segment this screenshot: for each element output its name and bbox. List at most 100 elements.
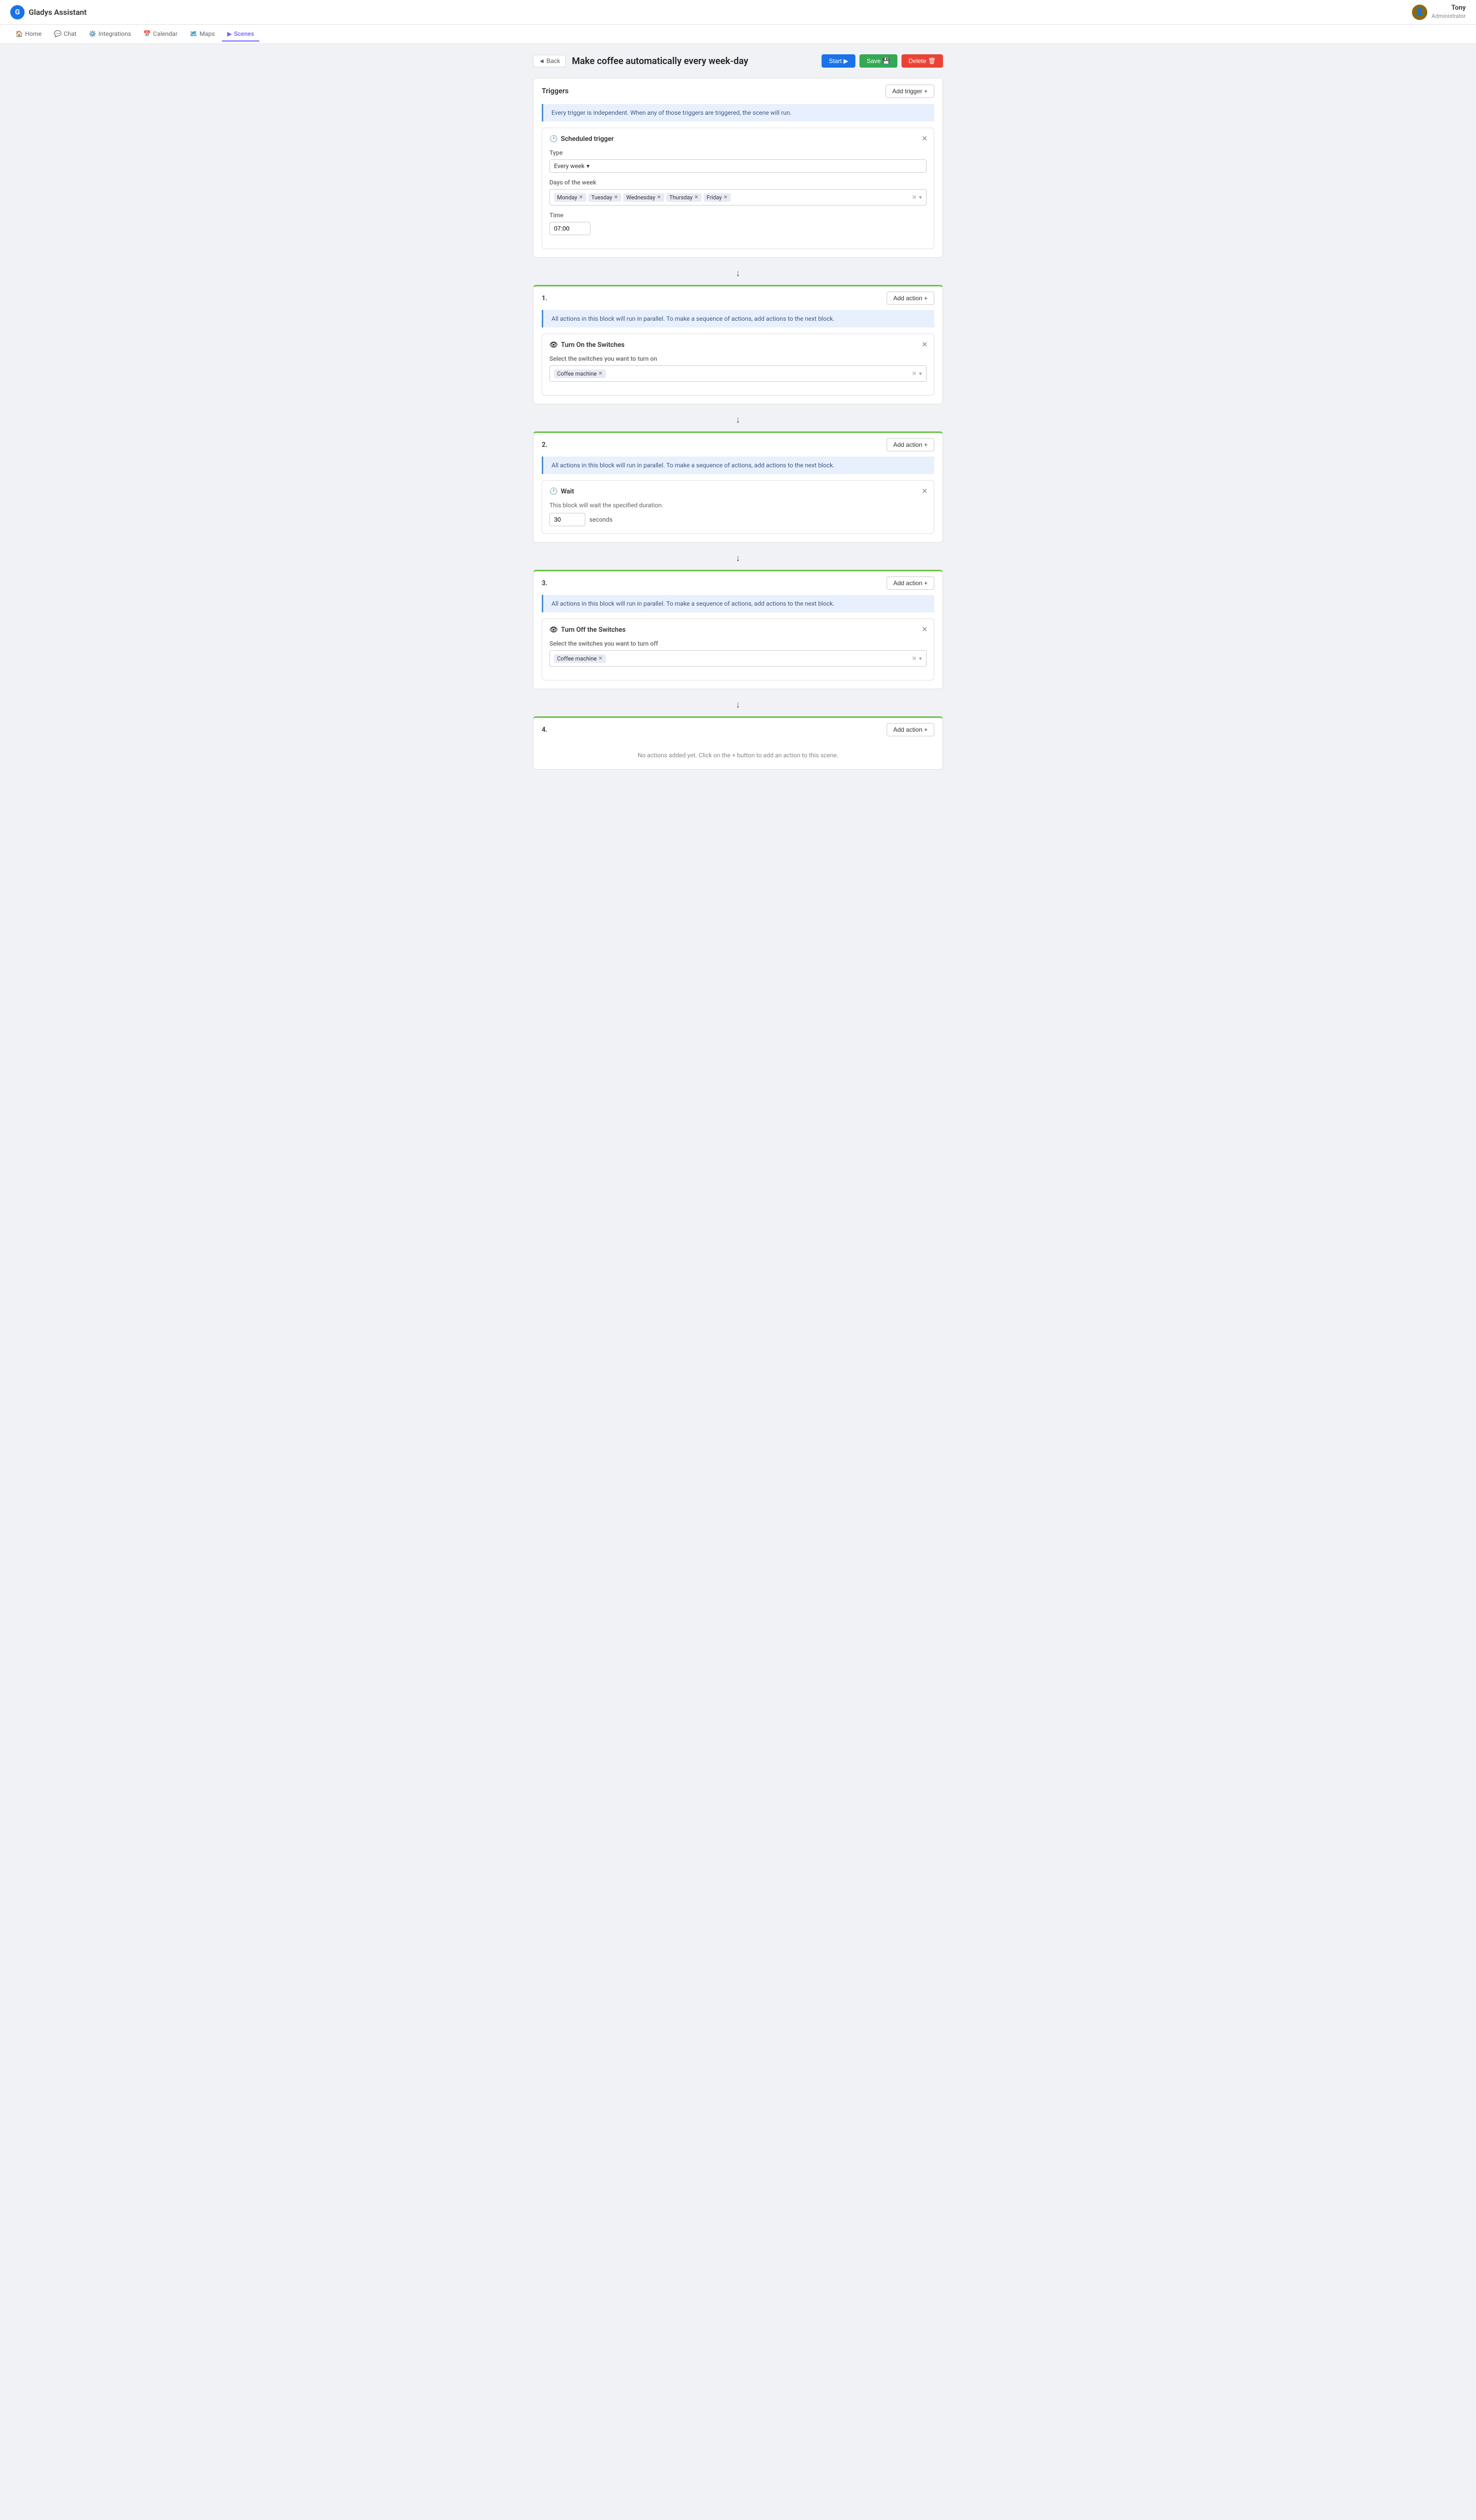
remove-coffee-machine-on[interactable]: ✕: [598, 371, 602, 377]
tag-friday: Friday ✕: [704, 193, 731, 202]
nav-scenes[interactable]: ▶ Scenes: [222, 27, 259, 42]
clear-turn-on-icon[interactable]: ✕: [912, 370, 917, 377]
add-action-button-3[interactable]: Add action +: [887, 576, 934, 590]
turn-off-close-button[interactable]: ✕: [921, 625, 928, 634]
chevron-turn-on-icon[interactable]: ▾: [919, 370, 922, 377]
calendar-icon: 📅: [144, 30, 151, 37]
clock-trigger-icon: 🕐: [549, 135, 558, 143]
delete-button[interactable]: Delete 🗑: [901, 54, 943, 68]
turn-off-switches-card: 👁 Turn Off the Switches ✕ Select the swi…: [542, 618, 934, 680]
wait-description: This block will wait the specified durat…: [549, 502, 927, 509]
tags-controls: ✕ ▾: [912, 194, 922, 201]
turn-on-switches-card: 👁 Turn On the Switches ✕ Select the swit…: [542, 334, 934, 396]
add-action-button-4[interactable]: Add action +: [887, 723, 934, 736]
turn-on-field-label: Select the switches you want to turn on: [549, 355, 927, 362]
type-label: Type: [549, 149, 927, 156]
turn-on-close-button[interactable]: ✕: [921, 340, 928, 349]
wait-header: 🕐 Wait: [549, 488, 927, 495]
turn-on-tags-row[interactable]: Coffee machine ✕ ✕ ▾: [549, 365, 927, 382]
tag-coffee-machine-off: Coffee machine ✕: [554, 654, 606, 663]
trigger-block-header: 🕐 Scheduled trigger: [549, 135, 927, 143]
remove-monday[interactable]: ✕: [579, 195, 583, 200]
add-action-button-2[interactable]: Add action +: [887, 438, 934, 451]
nav-integrations[interactable]: ⚙️ Integrations: [84, 27, 136, 42]
start-button[interactable]: Start ▶: [822, 54, 855, 68]
clear-turn-off-icon[interactable]: ✕: [912, 655, 917, 662]
eye-icon-3: 👁: [549, 626, 558, 634]
turn-off-field-label: Select the switches you want to turn off: [549, 640, 927, 647]
parallel-info-2: All actions in this block will run in pa…: [542, 457, 934, 474]
days-group: Days of the week Monday ✕ Tuesday ✕ Wedn…: [549, 179, 927, 205]
arrow-divider-3: ↓: [533, 547, 943, 570]
clear-tags-icon[interactable]: ✕: [912, 194, 917, 201]
add-trigger-button[interactable]: Add trigger +: [886, 85, 934, 98]
save-button[interactable]: Save 💾: [859, 54, 897, 68]
turn-on-title: Turn On the Switches: [561, 341, 625, 349]
eye-icon-1: 👁: [549, 341, 558, 349]
nav-chat[interactable]: 💬 Chat: [49, 27, 81, 42]
wait-duration-input[interactable]: [549, 513, 585, 526]
action-block-4: 4. Add action + No actions added yet. Cl…: [533, 716, 943, 770]
turn-on-tags-controls: ✕ ▾: [912, 370, 922, 377]
scenes-icon: ▶: [227, 30, 232, 37]
page-header-left: ◄ Back Make coffee automatically every w…: [533, 55, 748, 67]
chat-icon: 💬: [54, 30, 61, 37]
chevron-down-tags-icon[interactable]: ▾: [919, 194, 922, 201]
turn-on-header: 👁 Turn On the Switches: [549, 341, 927, 349]
trigger-close-button[interactable]: ✕: [921, 134, 928, 143]
nav-menu: 🏠 Home 💬 Chat ⚙️ Integrations 📅 Calendar…: [0, 25, 1476, 44]
wait-close-button[interactable]: ✕: [921, 487, 928, 495]
remove-thursday[interactable]: ✕: [694, 195, 698, 200]
scheduled-trigger-block: 🕐 Scheduled trigger ✕ Type Every week ▾ …: [542, 128, 934, 249]
block-number-3: 3.: [542, 580, 547, 587]
user-text: Tony Administrator: [1431, 4, 1466, 20]
turn-off-header: 👁 Turn Off the Switches: [549, 626, 927, 634]
header-actions: Start ▶ Save 💾 Delete 🗑: [822, 54, 943, 68]
parallel-info-1: All actions in this block will run in pa…: [542, 310, 934, 327]
tag-thursday: Thursday ✕: [666, 193, 702, 202]
remove-tuesday[interactable]: ✕: [614, 195, 618, 200]
user-role: Administrator: [1431, 13, 1466, 20]
top-bar-left: G Gladys Assistant: [10, 5, 87, 19]
integrations-icon: ⚙️: [89, 30, 96, 37]
wait-input-row: seconds: [549, 513, 927, 526]
nav-home[interactable]: 🏠 Home: [10, 27, 47, 42]
time-group: Time: [549, 212, 927, 235]
app-title: Gladys Assistant: [29, 8, 87, 17]
empty-block-message: No actions added yet. Click on the + but…: [534, 741, 942, 769]
back-button[interactable]: ◄ Back: [533, 55, 566, 67]
triggers-title: Triggers: [542, 87, 569, 95]
block-number-4: 4.: [542, 726, 547, 734]
days-tags-row[interactable]: Monday ✕ Tuesday ✕ Wednesday ✕ Thursday …: [549, 189, 927, 205]
add-action-button-1[interactable]: Add action +: [887, 292, 934, 305]
arrow-divider-1: ↓: [533, 262, 943, 285]
parallel-info-3: All actions in this block will run in pa…: [542, 595, 934, 612]
avatar: 👤: [1412, 5, 1427, 20]
tag-coffee-machine-on: Coffee machine ✕: [554, 369, 606, 378]
page-content: ◄ Back Make coffee automatically every w…: [523, 44, 953, 784]
turn-on-field-group: Select the switches you want to turn on …: [549, 355, 927, 382]
action-header-1: 1. Add action +: [534, 286, 942, 310]
action-header-4: 4. Add action +: [534, 718, 942, 741]
triggers-info-banner: Every trigger is independent. When any o…: [542, 104, 934, 121]
chevron-down-icon: ▾: [586, 162, 589, 170]
nav-maps[interactable]: 🗺️ Maps: [184, 27, 220, 42]
maps-icon: 🗺️: [190, 30, 197, 37]
days-label: Days of the week: [549, 179, 927, 186]
remove-wednesday[interactable]: ✕: [657, 195, 661, 200]
type-group: Type Every week ▾: [549, 149, 927, 173]
trigger-title: Scheduled trigger: [561, 135, 613, 143]
type-select[interactable]: Every week ▾: [549, 159, 927, 173]
time-input[interactable]: [549, 222, 590, 235]
block-number-1: 1.: [542, 295, 547, 302]
turn-off-tags-row[interactable]: Coffee machine ✕ ✕ ▾: [549, 650, 927, 667]
home-icon: 🏠: [15, 30, 23, 37]
chevron-turn-off-icon[interactable]: ▾: [919, 655, 922, 662]
remove-friday[interactable]: ✕: [723, 195, 727, 200]
nav-calendar[interactable]: 📅 Calendar: [138, 27, 183, 42]
time-label: Time: [549, 212, 927, 219]
user-info: 👤 Tony Administrator: [1412, 4, 1466, 20]
remove-coffee-machine-off[interactable]: ✕: [598, 656, 602, 662]
action-block-3: 3. Add action + All actions in this bloc…: [533, 570, 943, 689]
wait-unit-label: seconds: [589, 516, 612, 523]
